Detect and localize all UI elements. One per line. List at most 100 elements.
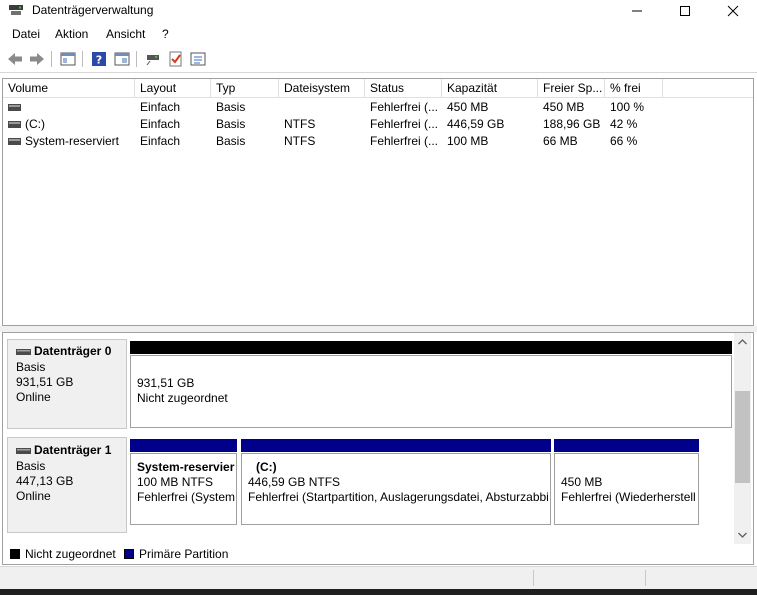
column-header-layout[interactable]: Layout <box>135 79 211 97</box>
console-view-icon[interactable] <box>59 50 77 68</box>
cell-layout: Einfach <box>140 117 181 131</box>
menu-bar: Datei Aktion Ansicht ? <box>0 24 757 44</box>
primary-partition-bar <box>130 439 237 452</box>
title-bar: Datenträgerverwaltung <box>0 0 757 22</box>
partition-size: 100 MB NTFS <box>137 475 214 489</box>
cell-status: Fehlerfrei (... <box>370 134 439 148</box>
status-divider <box>533 570 534 586</box>
partition-c[interactable]: (C:) 446,59 GB NTFS Fehlerfrei (Startpar… <box>241 453 551 525</box>
volume-icon <box>8 121 21 128</box>
column-header-kapazitaet[interactable]: Kapazität <box>442 79 538 97</box>
column-header-dateisystem[interactable]: Dateisystem <box>279 79 365 97</box>
partition-size: 450 MB <box>561 475 603 489</box>
cell-freier-speicher: 450 MB <box>543 100 585 114</box>
settings-list-icon[interactable] <box>189 50 207 68</box>
svg-text:?: ? <box>96 54 102 67</box>
cell-kapazitaet: 100 MB <box>447 134 489 148</box>
partition-size: 446,59 GB NTFS <box>248 475 341 489</box>
legend-label-unallocated: Nicht zugeordnet <box>25 547 116 561</box>
partition-status: Fehlerfrei (System, <box>137 490 237 504</box>
window-title: Datenträgerverwaltung <box>32 3 154 17</box>
taskbar-edge <box>0 589 757 595</box>
cell-prozent-frei: 100 % <box>610 100 645 114</box>
toolbar: ? <box>0 46 757 73</box>
unallocated-bar <box>130 341 732 354</box>
minimize-button[interactable] <box>614 0 659 22</box>
disk-name: Datenträger 0 <box>34 344 112 358</box>
cell-prozent-frei: 42 % <box>610 117 638 131</box>
close-icon <box>727 5 738 17</box>
disk-management-icon <box>9 5 23 15</box>
column-header-prozent-frei[interactable]: % frei <box>605 79 663 97</box>
volume-list-header: Volume Layout Typ Dateisystem Status Kap… <box>3 79 753 98</box>
help-icon[interactable]: ? <box>90 50 108 68</box>
disk-name: Datenträger 1 <box>34 443 112 457</box>
partition-title: (C:) <box>256 460 277 474</box>
disk-size: 931,51 GB <box>16 375 74 389</box>
table-row[interactable]: (C:) Einfach Basis NTFS Fehlerfrei (... … <box>3 116 753 133</box>
toolbar-separator <box>51 51 52 67</box>
column-header-typ[interactable]: Typ <box>211 79 279 97</box>
minimize-icon <box>631 10 642 12</box>
menu-help[interactable]: ? <box>162 27 169 41</box>
partition-system-reserved[interactable]: System-reservier 100 MB NTFS Fehlerfrei … <box>130 453 237 525</box>
cell-typ: Basis <box>216 117 246 131</box>
disk-icon <box>16 349 31 355</box>
cell-layout: Einfach <box>140 100 181 114</box>
disk-size: 447,13 GB <box>16 474 74 488</box>
disk-state: Online <box>16 390 51 404</box>
partition-recovery[interactable]: 450 MB Fehlerfrei (Wiederherstell <box>554 453 699 525</box>
scrollbar-thumb[interactable] <box>735 391 750 483</box>
maximize-icon <box>679 6 690 16</box>
forward-icon[interactable] <box>28 50 46 68</box>
table-row[interactable]: System-reserviert Einfach Basis NTFS Feh… <box>3 133 753 150</box>
toolbar-separator <box>82 51 83 67</box>
cell-volume: System-reserviert <box>25 134 120 148</box>
partition-size: 931,51 GB <box>137 376 195 390</box>
disk-panel: Datenträger 0 Basis 931,51 GB Online 931… <box>2 332 754 546</box>
column-header-freier-speicher[interactable]: Freier Sp... <box>538 79 605 97</box>
disk-0-label[interactable]: Datenträger 0 Basis 931,51 GB Online <box>7 339 127 429</box>
scroll-down-icon[interactable] <box>738 532 747 538</box>
column-header-volume[interactable]: Volume <box>3 79 135 97</box>
toolbar-separator <box>136 51 137 67</box>
status-divider <box>645 570 646 586</box>
disk-type: Basis <box>16 360 46 374</box>
column-header-status[interactable]: Status <box>365 79 442 97</box>
legend-label-primary: Primäre Partition <box>139 547 229 561</box>
legend-swatch-primary <box>124 549 134 559</box>
status-bar <box>0 566 757 589</box>
disk-icon <box>16 448 31 454</box>
menu-ansicht[interactable]: Ansicht <box>106 27 145 41</box>
primary-partition-bar <box>241 439 551 452</box>
legend-swatch-unallocated <box>10 549 20 559</box>
disk-type: Basis <box>16 459 46 473</box>
table-row[interactable]: Einfach Basis Fehlerfrei (... 450 MB 450… <box>3 99 753 116</box>
partition-unallocated[interactable]: 931,51 GB Nicht zugeordnet <box>130 355 732 428</box>
cell-layout: Einfach <box>140 134 181 148</box>
menu-datei[interactable]: Datei <box>12 27 40 41</box>
cell-status: Fehlerfrei (... <box>370 100 439 114</box>
partition-status: Fehlerfrei (Startpartition, Auslagerungs… <box>248 490 549 504</box>
primary-partition-bar <box>554 439 699 452</box>
partition-status: Nicht zugeordnet <box>137 391 228 405</box>
menu-aktion[interactable]: Aktion <box>55 27 88 41</box>
close-button[interactable] <box>710 0 755 22</box>
properties-icon[interactable] <box>113 50 131 68</box>
maximize-button[interactable] <box>662 0 707 22</box>
legend-bar: Nicht zugeordnet Primäre Partition <box>2 544 754 565</box>
cell-volume: (C:) <box>25 117 45 131</box>
back-icon[interactable] <box>6 50 24 68</box>
cell-status: Fehlerfrei (... <box>370 117 439 131</box>
cell-dateisystem: NTFS <box>284 134 316 148</box>
drive-link-icon[interactable] <box>144 50 162 68</box>
cell-freier-speicher: 188,96 GB <box>543 117 601 131</box>
check-icon[interactable] <box>166 50 184 68</box>
cell-freier-speicher: 66 MB <box>543 134 578 148</box>
volume-icon <box>8 104 21 111</box>
disk-1-label[interactable]: Datenträger 1 Basis 447,13 GB Online <box>7 437 127 533</box>
scroll-up-icon[interactable] <box>738 339 747 345</box>
disk-panel-scrollbar[interactable] <box>734 333 751 544</box>
cell-kapazitaet: 450 MB <box>447 100 489 114</box>
volume-list: Volume Layout Typ Dateisystem Status Kap… <box>2 78 754 326</box>
